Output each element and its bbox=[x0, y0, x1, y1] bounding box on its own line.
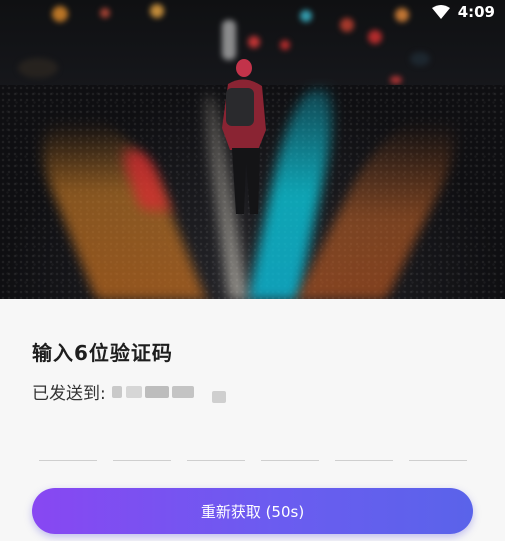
resend-code-button[interactable]: 重新获取 (50s) bbox=[32, 488, 473, 534]
resend-code-label: 重新获取 (50s) bbox=[200, 502, 305, 521]
code-digit-4[interactable] bbox=[261, 460, 319, 461]
code-digit-3[interactable] bbox=[187, 460, 245, 461]
status-time: 4:09 bbox=[457, 3, 495, 21]
verification-panel: 输入6位验证码 已发送到: 重新获取 (50s) bbox=[0, 299, 505, 541]
hero-image: 4:09 bbox=[0, 0, 505, 299]
code-digit-2[interactable] bbox=[113, 460, 171, 461]
code-digit-5[interactable] bbox=[335, 460, 393, 461]
wifi-icon bbox=[431, 5, 450, 19]
status-bar: 4:09 bbox=[431, 3, 495, 21]
code-digit-6[interactable] bbox=[409, 460, 467, 461]
masked-phone-number bbox=[111, 382, 232, 403]
sent-to-label: 已发送到: bbox=[32, 384, 106, 404]
sent-to-row: 已发送到: bbox=[32, 379, 232, 404]
code-input-row bbox=[39, 460, 467, 461]
verification-screen: 4:09 输入6位验证码 已发送到: 重新获取 (50s) bbox=[0, 0, 505, 541]
page-title: 输入6位验证码 bbox=[32, 341, 173, 365]
code-digit-1[interactable] bbox=[39, 460, 97, 461]
